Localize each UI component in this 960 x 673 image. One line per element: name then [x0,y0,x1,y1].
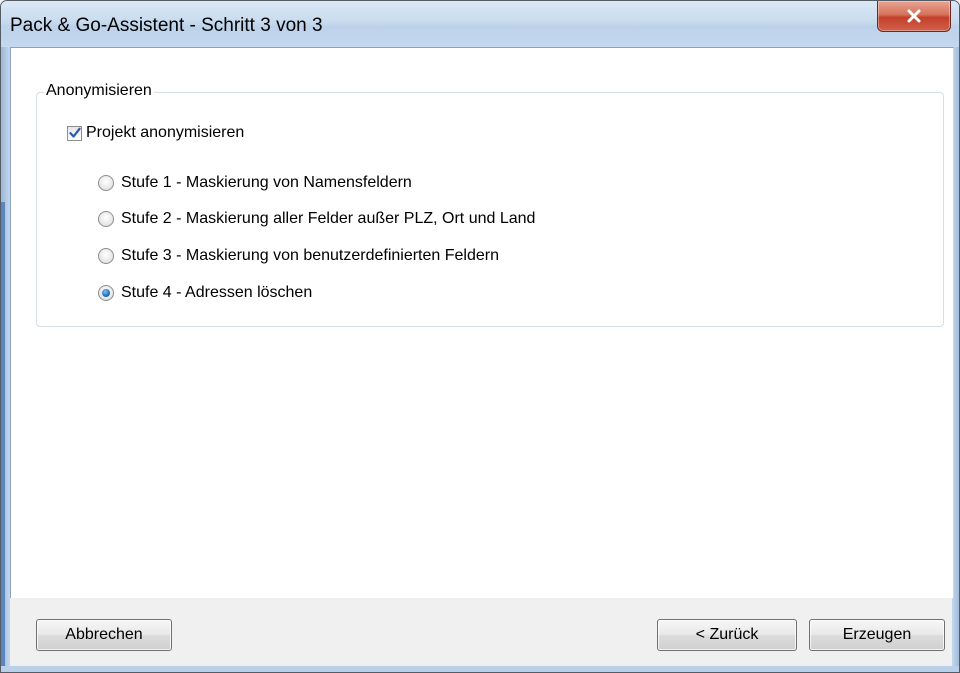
content-area: Anonymisieren Projekt anonymisieren Stuf… [10,47,954,598]
dialog-window: Pack & Go-Assistent - Schritt 3 von 3 An… [0,0,960,673]
checkbox-box[interactable] [67,125,82,141]
groupbox-title: Anonymisieren [44,82,154,100]
checkbox-label: Projekt anonymisieren [86,124,245,141]
radio-button[interactable] [98,248,114,264]
back-button[interactable]: < Zurück [657,619,797,651]
title-bar[interactable]: Pack & Go-Assistent - Schritt 3 von 3 [1,1,959,47]
window-frame-bottom [1,666,959,672]
radio-label: Stufe 1 - Maskierung von Namensfeldern [121,174,412,191]
radio-label: Stufe 2 - Maskierung aller Felder außer … [121,210,536,227]
radio-level-4[interactable]: Stufe 4 - Adressen löschen [98,284,312,302]
radio-level-2[interactable]: Stufe 2 - Maskierung aller Felder außer … [98,210,535,228]
close-icon [907,9,921,23]
radio-label: Stufe 3 - Maskierung von benutzerdefinie… [121,247,499,264]
radio-level-1[interactable]: Stufe 1 - Maskierung von Namensfeldern [98,174,412,192]
radio-button[interactable] [98,175,114,191]
button-bar: Abbrechen < Zurück Erzeugen [10,598,952,666]
window-title: Pack & Go-Assistent - Schritt 3 von 3 [10,15,323,36]
anonymize-project-checkbox[interactable]: Projekt anonymisieren [67,124,244,142]
radio-button-selected[interactable] [98,285,114,301]
radio-button[interactable] [98,211,114,227]
radio-level-3[interactable]: Stufe 3 - Maskierung von benutzerdefinie… [98,247,499,265]
checkmark-icon [68,127,81,138]
cancel-button[interactable]: Abbrechen [36,619,172,651]
radio-label: Stufe 4 - Adressen löschen [121,284,313,301]
window-frame-accent [1,202,5,672]
window-frame-left [1,47,10,672]
close-button[interactable] [877,1,951,32]
create-button[interactable]: Erzeugen [809,619,945,651]
